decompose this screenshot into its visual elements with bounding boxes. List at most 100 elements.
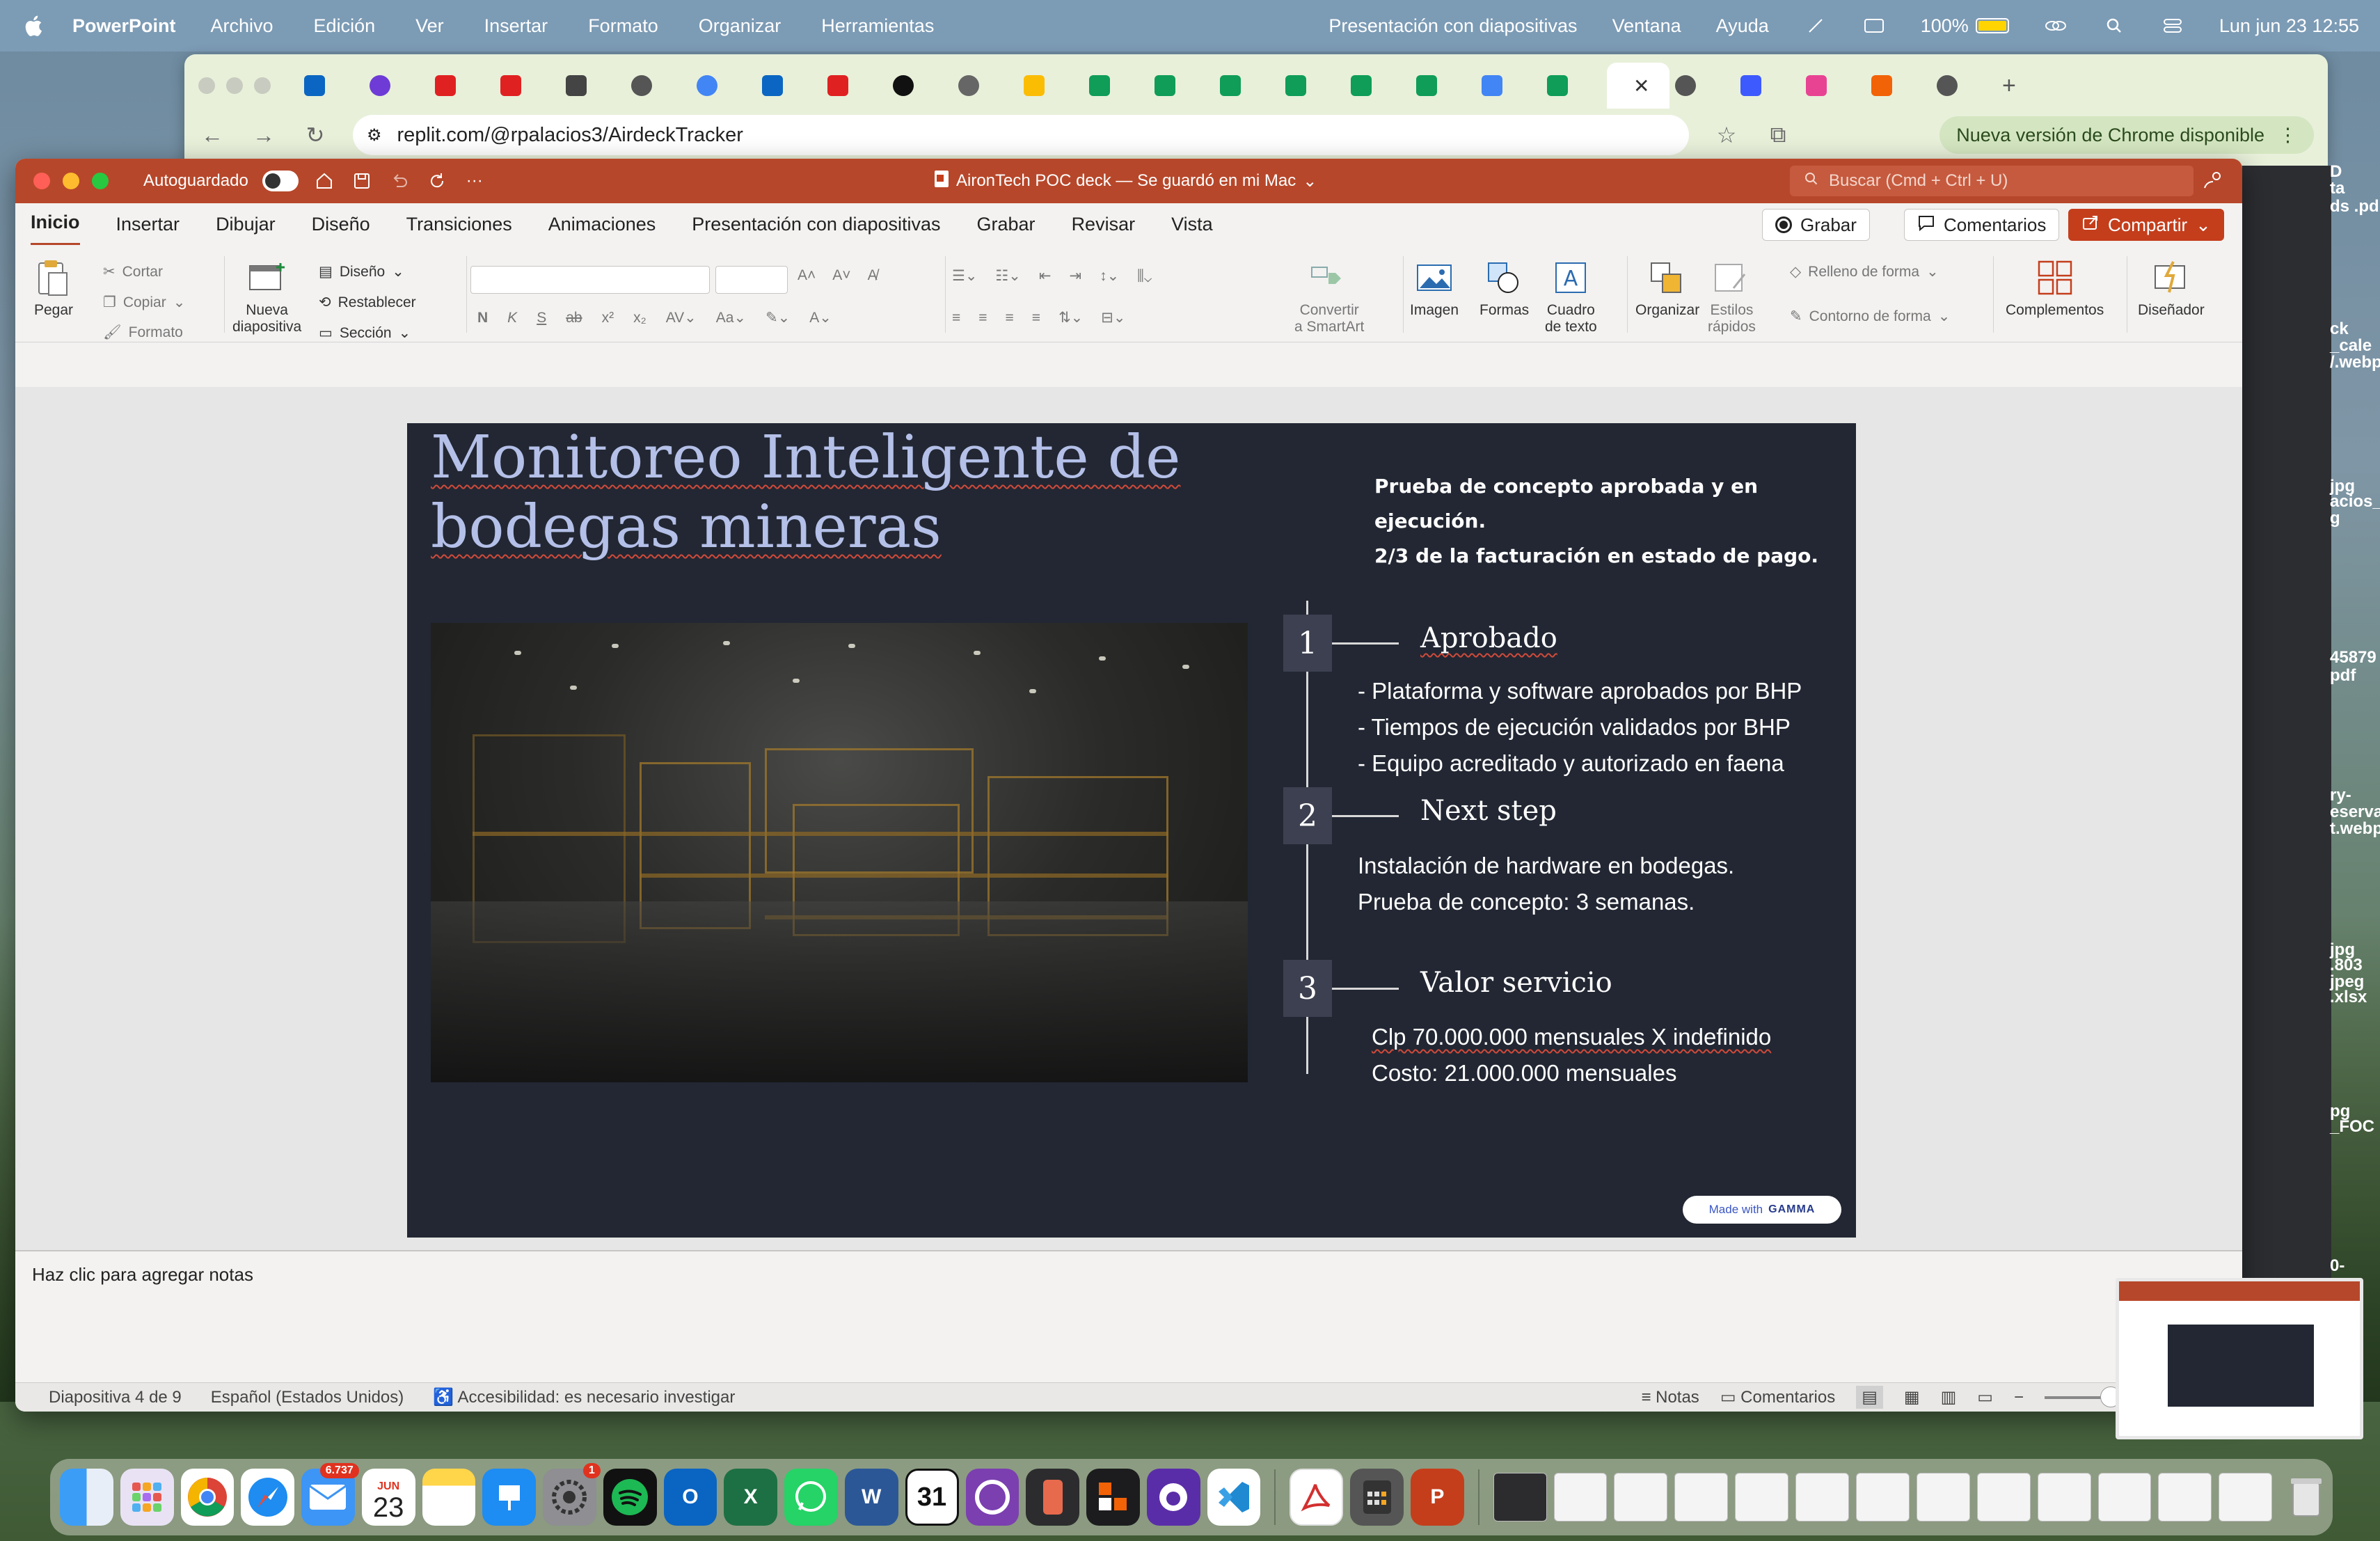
spotify-icon[interactable] (603, 1469, 657, 1526)
bold-icon[interactable]: N (477, 310, 488, 326)
step-heading-1[interactable]: Aprobado (1420, 622, 1557, 654)
share-button[interactable]: Compartir ⌄ (2068, 209, 2224, 241)
site-settings-icon[interactable]: ⚙ (367, 125, 382, 145)
font-size-select[interactable] (715, 266, 788, 294)
save-icon[interactable] (350, 169, 374, 193)
chrome-tab[interactable] (626, 68, 691, 103)
new-tab-icon[interactable]: + (1997, 68, 2062, 103)
chrome-tab[interactable] (1345, 68, 1411, 103)
language-indicator[interactable]: Español (Estados Unidos) (211, 1388, 404, 1407)
back-icon[interactable]: ← (198, 121, 226, 149)
italic-icon[interactable]: K (507, 310, 517, 326)
superscript-icon[interactable]: x² (602, 310, 614, 326)
chrome-tab[interactable] (364, 68, 429, 103)
chrome-tab[interactable] (756, 68, 822, 103)
current-slide[interactable]: Monitoreo Inteligente de bodegas mineras… (407, 423, 1856, 1238)
tab-grabar[interactable]: Grabar (977, 204, 1036, 245)
minimized-window[interactable] (2037, 1473, 2091, 1522)
minimized-window[interactable] (1553, 1473, 1608, 1522)
zoom-window-icon[interactable] (92, 173, 109, 189)
minimized-window[interactable] (1976, 1473, 2031, 1522)
chrome-tab[interactable] (1669, 68, 1735, 103)
slide-subtitle[interactable]: Prueba de concepto aprobada y en ejecuci… (1374, 469, 1848, 574)
pen-off-icon[interactable] (1804, 16, 1827, 35)
convert-smartart-button[interactable]: Convertir a SmartArt (1294, 258, 1364, 335)
warehouse-photo[interactable] (431, 623, 1248, 1082)
tab-animaciones[interactable]: Animaciones (548, 204, 656, 245)
more-commands-icon[interactable]: ··· (463, 169, 486, 193)
ppt-search-field[interactable]: Buscar (Cmd + Ctrl + U) (1790, 166, 2193, 196)
minimized-window[interactable] (1916, 1473, 1970, 1522)
grid-app-icon[interactable] (1086, 1469, 1140, 1526)
chrome-tab[interactable] (1280, 68, 1345, 103)
reset-button[interactable]: ⟲ Restablecer (319, 294, 416, 311)
designer-button[interactable]: Diseñador (2138, 258, 2205, 319)
minimized-window[interactable] (1795, 1473, 1849, 1522)
tab-insertar[interactable]: Insertar (116, 204, 180, 245)
new-slide-button[interactable]: Nueva diapositiva (232, 258, 301, 335)
made-with-gamma-badge[interactable]: Made with GAMMA (1683, 1196, 1841, 1224)
acrobat-icon[interactable] (1290, 1469, 1344, 1526)
shapes-button[interactable]: Formas (1479, 258, 1529, 319)
calendar-31-icon[interactable]: 31 (905, 1469, 959, 1526)
menu-insertar[interactable]: Insertar (484, 15, 548, 37)
forward-icon[interactable]: → (250, 121, 278, 149)
tab-revisar[interactable]: Revisar (1072, 204, 1136, 245)
chrome-tab[interactable] (1931, 68, 1997, 103)
chrome-tab[interactable] (429, 68, 495, 103)
menu-organizar[interactable]: Organizar (699, 15, 782, 37)
chrome-tab[interactable] (1411, 68, 1476, 103)
menu-formato[interactable]: Formato (588, 15, 658, 37)
outlook-icon[interactable]: O (663, 1469, 717, 1526)
shape-outline-button[interactable]: ✎ Contorno de forma ⌄ (1790, 308, 1950, 325)
chrome-tab[interactable] (560, 68, 626, 103)
keynote-icon[interactable] (482, 1469, 536, 1526)
comments-toggle[interactable]: ▭ Comentarios (1720, 1387, 1835, 1407)
battery-status[interactable]: 100% (1921, 15, 2009, 37)
notes-app-icon[interactable] (422, 1469, 476, 1526)
align-center-icon[interactable]: ≡ (978, 310, 987, 326)
tab-vista[interactable]: Vista (1171, 204, 1213, 245)
desktop-file-label[interactable]: t.webp (2330, 820, 2380, 838)
chrome-tab[interactable] (1084, 68, 1149, 103)
line-spacing-icon[interactable]: ↕⌄ (1100, 267, 1119, 285)
slide-sorter-icon[interactable]: ▦ (1904, 1387, 1920, 1407)
quick-styles-button[interactable]: Estilos rápidos (1708, 258, 1756, 335)
home-icon[interactable] (312, 169, 336, 193)
align-left-icon[interactable]: ≡ (952, 310, 960, 326)
more-icon[interactable]: ⋮ (2278, 125, 2297, 146)
minimized-window[interactable] (1856, 1473, 1910, 1522)
desktop-file-label[interactable]: /.webp (2330, 354, 2380, 372)
underline-icon[interactable]: S (537, 310, 546, 326)
desktop-file-label[interactable]: pdf (2330, 667, 2356, 685)
paste-button[interactable]: Pegar (33, 258, 74, 319)
chrome-icon[interactable] (180, 1469, 235, 1526)
chrome-tab[interactable] (691, 68, 756, 103)
align-text-icon[interactable]: ⊟⌄ (1101, 309, 1125, 326)
layout-button[interactable]: ▤ Diseño ⌄ (319, 263, 404, 280)
word-icon[interactable]: W (844, 1469, 898, 1526)
apple-icon[interactable] (21, 12, 45, 40)
tab-transiciones[interactable]: Transiciones (406, 204, 512, 245)
vscode-icon[interactable] (1207, 1469, 1261, 1526)
chrome-tab[interactable] (1476, 68, 1541, 103)
section-button[interactable]: ▭ Sección ⌄ (319, 324, 411, 342)
text-direction-icon[interactable]: ⇅⌄ (1058, 309, 1083, 326)
change-case-icon[interactable]: Aa⌄ (716, 309, 746, 326)
tab-dibujar[interactable]: Dibujar (216, 204, 276, 245)
chrome-tab[interactable] (299, 68, 364, 103)
close-window-icon[interactable] (33, 173, 50, 189)
step-heading-3[interactable]: Valor servicio (1420, 967, 1612, 999)
highlight-icon[interactable]: ✎⌄ (765, 309, 790, 326)
font-family-select[interactable] (470, 266, 710, 294)
desktop-file-label[interactable]: g (2330, 509, 2340, 528)
minimized-window[interactable] (1674, 1473, 1729, 1522)
mail-icon[interactable]: 6.737 (301, 1463, 359, 1526)
whatsapp-icon[interactable] (784, 1469, 838, 1526)
zoom-out-icon[interactable]: − (2014, 1388, 2024, 1407)
github-desktop-icon[interactable] (1146, 1469, 1200, 1526)
copy-button[interactable]: ❐ Copiar ⌄ (103, 294, 185, 311)
align-right-icon[interactable]: ≡ (1006, 310, 1014, 326)
star-icon[interactable]: ☆ (1713, 121, 1740, 149)
minimized-window[interactable] (1735, 1473, 1789, 1522)
